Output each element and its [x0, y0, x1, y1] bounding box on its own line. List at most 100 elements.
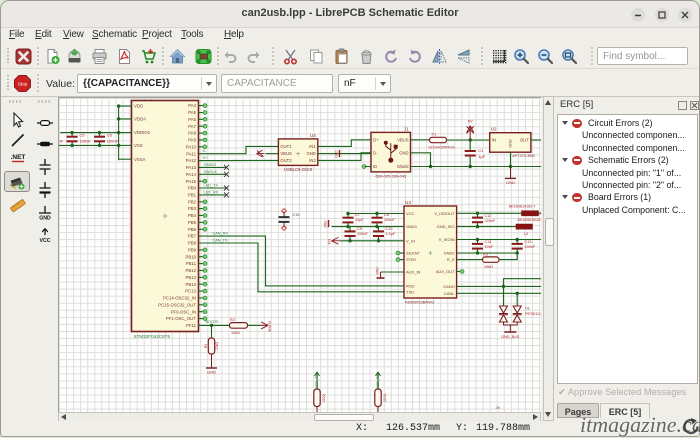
svg-text:SWCLK: SWCLK	[204, 170, 218, 174]
svg-text:PB7: PB7	[188, 234, 197, 239]
svg-text:U2: U2	[491, 127, 497, 132]
svg-text:C15: C15	[293, 213, 300, 217]
svg-text:PA6: PA6	[188, 117, 196, 122]
svg-text:220Ω: 220Ω	[383, 393, 387, 402]
svg-text:PA11: PA11	[186, 151, 196, 156]
svg-text:0ZCA0035FF2G: 0ZCA0035FF2G	[429, 145, 456, 149]
svg-text:10kΩ: 10kΩ	[215, 342, 219, 350]
svg-text:220Ω: 220Ω	[322, 393, 326, 402]
svg-text:GND_BUS: GND_BUS	[501, 335, 520, 339]
svg-text:PA12: PA12	[186, 158, 197, 163]
svg-text:100nF: 100nF	[384, 218, 395, 222]
svg-text:GND: GND	[508, 139, 512, 148]
svg-text:10nF: 10nF	[485, 245, 494, 249]
svg-text:PB12: PB12	[185, 268, 196, 273]
svg-text:ADM3053BRWZ: ADM3053BRWZ	[405, 300, 435, 305]
svg-text:VCC: VCC	[406, 211, 415, 216]
svg-text:OUT: OUT	[520, 138, 529, 143]
svg-text:BOOT0: BOOT0	[206, 320, 219, 324]
svg-text:R2: R2	[230, 318, 235, 322]
svg-text:VSS: VSS	[134, 143, 143, 148]
svg-text:10kΩ: 10kΩ	[484, 265, 493, 269]
svg-text:GND: GND	[399, 150, 408, 155]
svg-text:AUX_IN: AUX_IN	[406, 270, 421, 275]
svg-text:D-: D-	[373, 150, 378, 155]
svg-text:BK1608LM182-T: BK1608LM182-T	[518, 218, 542, 222]
svg-text:100nF: 100nF	[357, 232, 368, 236]
svg-text:STM32F042C6T6: STM32F042C6T6	[134, 334, 171, 339]
svg-text:PC13: PC13	[185, 289, 196, 294]
svg-text:USBLC6-2SC6: USBLC6-2SC6	[284, 167, 313, 172]
svg-text:IN2: IN2	[309, 158, 316, 163]
svg-text:PB9: PB9	[188, 248, 197, 253]
svg-text:GND1: GND1	[406, 224, 418, 229]
svg-text:F1: F1	[432, 132, 437, 137]
svg-text:CAN_TX: CAN_TX	[213, 239, 228, 243]
svg-text:RXD: RXD	[406, 284, 415, 289]
svg-text:C9: C9	[357, 227, 362, 231]
svg-text:V_ISOOUT: V_ISOOUT	[434, 211, 455, 216]
svg-text:U4: U4	[310, 133, 316, 138]
svg-text:PC14-OSC32_IN: PC14-OSC32_IN	[163, 296, 196, 301]
svg-text:GND: GND	[39, 216, 51, 222]
svg-text:PA7: PA7	[188, 124, 196, 129]
svg-text:GND: GND	[323, 220, 327, 228]
svg-text:ID: ID	[373, 164, 377, 169]
svg-text:.NET: .NET	[11, 154, 26, 161]
svg-text:LED_RX: LED_RX	[204, 190, 219, 194]
svg-text:PA14: PA14	[186, 172, 197, 177]
svg-text:C14: C14	[485, 240, 492, 244]
svg-text:PA5: PA5	[188, 110, 196, 115]
svg-text:PB2: PB2	[188, 199, 197, 204]
svg-text:SILENT: SILENT	[406, 251, 421, 256]
svg-text:PF1-OSC_OUT: PF1-OSC_OUT	[166, 316, 196, 321]
svg-text:CANL: CANL	[444, 291, 455, 296]
svg-text:Shield: Shield	[397, 164, 409, 169]
svg-text:OUT2: OUT2	[280, 158, 292, 163]
svg-text:PB11: PB11	[186, 261, 197, 266]
svg-text:PB3: PB3	[188, 206, 197, 211]
svg-text:V_IO: V_IO	[406, 238, 415, 243]
svg-text:PA4: PA4	[188, 103, 196, 108]
svg-text:220nF: 220nF	[485, 219, 496, 223]
svg-text:PA13: PA13	[186, 165, 197, 170]
svg-text:U3: U3	[405, 200, 411, 205]
svg-text:PC15-OSC32_OUT: PC15-OSC32_OUT	[158, 302, 196, 307]
svg-text:L1: L1	[540, 211, 541, 215]
svg-text:10µF: 10µF	[355, 218, 364, 222]
svg-text:AUX_OUT: AUX_OUT	[436, 269, 455, 274]
svg-text:D+: D+	[373, 137, 379, 142]
svg-text:VBUS: VBUS	[397, 137, 409, 142]
svg-text:PB0: PB0	[188, 186, 197, 191]
svg-text:PB8: PB8	[188, 241, 197, 246]
svg-text:R_S: R_S	[447, 257, 455, 262]
svg-text:OUT1: OUT1	[280, 144, 292, 149]
svg-text:STBY: STBY	[406, 257, 417, 262]
svg-text:PB6: PB6	[188, 227, 197, 232]
svg-text:Stop: Stop	[18, 82, 28, 87]
svg-text:VSSA: VSSA	[134, 157, 146, 162]
svg-text:100nF: 100nF	[79, 138, 91, 143]
svg-text:L2: L2	[524, 232, 528, 236]
svg-text:J1: J1	[404, 126, 409, 131]
svg-text:GND: GND	[207, 370, 216, 375]
svg-text:BOOT0: BOOT0	[268, 321, 272, 332]
svg-text:PA8: PA8	[188, 131, 196, 136]
svg-text:PF0-OSC_IN: PF0-OSC_IN	[171, 309, 196, 314]
svg-text:VDD: VDD	[134, 104, 143, 109]
svg-text:100nF: 100nF	[107, 138, 119, 143]
svg-text:TXD: TXD	[406, 289, 414, 294]
svg-text:IN: IN	[492, 138, 496, 143]
svg-text:PB1: PB1	[188, 193, 197, 198]
svg-text:nF: nF	[59, 138, 64, 143]
svg-text:100nF: 100nF	[525, 245, 536, 249]
svg-text:C5: C5	[79, 133, 85, 138]
svg-text:PF11: PF11	[186, 323, 197, 328]
svg-text:PB10: PB10	[185, 254, 196, 259]
svg-text:VDDA: VDDA	[134, 117, 146, 122]
svg-text:VDDIO2: VDDIO2	[134, 130, 151, 135]
svg-text:5V: 5V	[468, 119, 473, 124]
svg-text:10kΩ: 10kΩ	[231, 331, 240, 335]
svg-text:V_ISOIN: V_ISOIN	[439, 237, 455, 242]
svg-text:1.0µF: 1.0µF	[386, 232, 396, 236]
